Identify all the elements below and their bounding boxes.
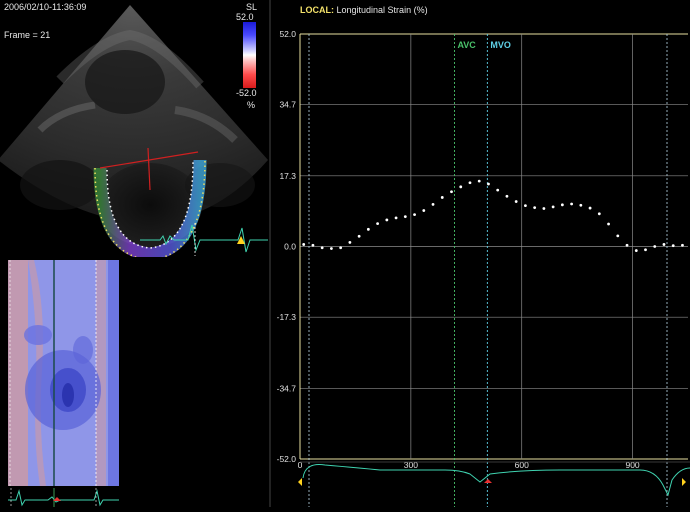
strain-point — [579, 203, 583, 207]
chart-grid — [300, 33, 688, 460]
strain-point — [468, 181, 472, 185]
timeline-cursor-icon[interactable] — [484, 479, 492, 483]
strain-point — [496, 188, 500, 192]
strain-point — [551, 205, 555, 209]
strain-point — [302, 243, 306, 246]
strain-point — [376, 222, 379, 226]
strain-point — [662, 243, 666, 246]
marker-label-avc: AVC — [457, 40, 476, 50]
strain-point — [320, 246, 324, 250]
y-tick-label: 0.0 — [284, 242, 296, 252]
strain-point — [394, 216, 398, 220]
strain-point — [330, 247, 333, 250]
timeline-start-marker-icon[interactable] — [298, 478, 302, 486]
strain-point — [653, 245, 657, 248]
y-tick-label: 17.3 — [279, 171, 296, 181]
strain-point — [524, 204, 527, 208]
strain-point — [616, 234, 620, 238]
strain-point — [505, 194, 509, 198]
strain-point — [570, 202, 573, 206]
y-tick-label: -52.0 — [277, 454, 297, 464]
strain-point — [413, 213, 416, 217]
chart-axes — [269, 0, 668, 507]
strain-point — [634, 249, 638, 252]
strain-point — [357, 234, 361, 238]
timeline-end-marker-icon[interactable] — [682, 478, 686, 486]
x-tick-label: 300 — [404, 460, 418, 470]
marker-label-mvo: MVO — [490, 40, 511, 50]
y-tick-label: -34.7 — [277, 383, 297, 393]
strain-point — [588, 206, 592, 210]
strain-point — [514, 200, 518, 203]
strain-series — [302, 179, 684, 252]
strain-point — [450, 190, 453, 194]
strain-chart[interactable]: 52.0 34.7 17.3 0.0 -17.3 -34.7 -52.0 0 300 600 90… — [0, 0, 690, 507]
strain-point — [403, 215, 407, 219]
strain-point — [597, 212, 601, 216]
x-tick-label: 900 — [625, 460, 639, 470]
y-tick-labels: 52.0 34.7 17.3 0.0 -17.3 -34.7 -52.0 — [277, 29, 297, 464]
y-tick-label: 34.7 — [279, 100, 296, 110]
strain-point — [542, 207, 546, 210]
strain-point — [422, 209, 426, 212]
strain-point — [644, 248, 647, 252]
strain-point — [487, 182, 490, 186]
y-tick-label: 52.0 — [279, 29, 296, 39]
strain-point — [560, 203, 564, 207]
strain-point — [671, 244, 675, 248]
strain-point — [625, 243, 629, 247]
strain-point — [477, 179, 481, 183]
x-tick-label: 600 — [515, 460, 529, 470]
strain-point — [607, 222, 610, 226]
x-tick-label: 0 — [298, 460, 303, 470]
strain-point — [311, 243, 315, 247]
strain-point — [431, 203, 435, 206]
strain-point — [385, 218, 389, 222]
strain-point — [459, 185, 463, 189]
strain-point — [681, 243, 684, 247]
strain-point — [348, 241, 352, 244]
x-tick-labels: 0 300 600 900 — [298, 460, 640, 470]
y-tick-label: -17.3 — [277, 312, 297, 322]
strain-point — [366, 227, 370, 231]
strain-point — [440, 196, 444, 199]
strain-point — [339, 246, 343, 250]
strain-point — [533, 206, 537, 210]
